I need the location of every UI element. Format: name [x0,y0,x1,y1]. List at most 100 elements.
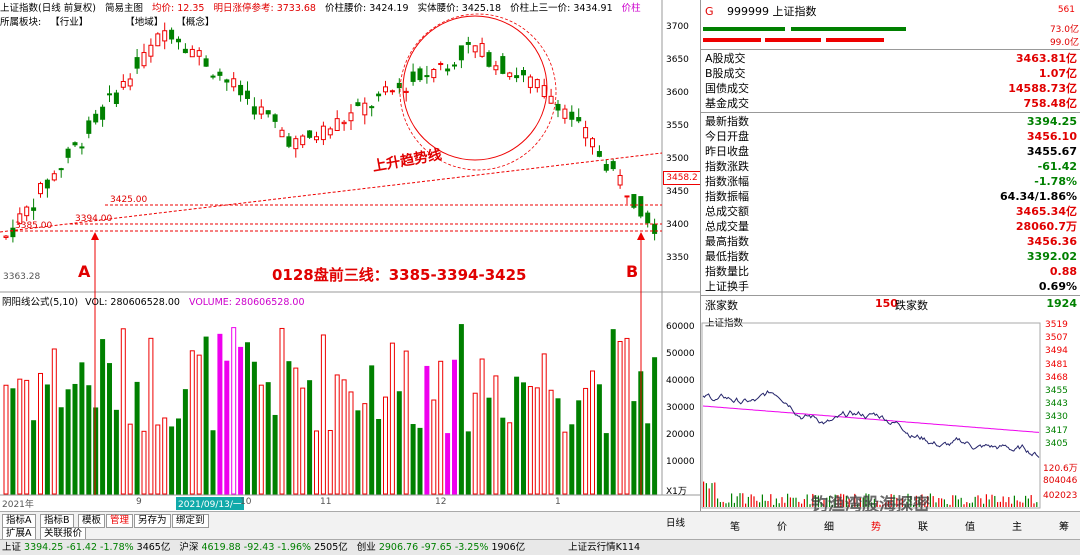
candle-body [438,63,444,66]
intraday-tabs: 笔价细势联值主筹 [700,511,1080,540]
volume-tick: 30000 [666,403,695,413]
intraday-tab[interactable]: 笔 [730,518,740,533]
candle-body [521,70,526,76]
low-label: 3363.28 [3,272,41,282]
date-tick: 12 [435,497,447,507]
arrow-b-head [637,232,645,240]
volume-bar [203,336,209,495]
stat-value: 0.88 [1049,265,1077,278]
intraday-tab[interactable]: 势 [871,518,881,533]
intraday-volume-bar [784,502,786,507]
volume-bar [148,337,154,495]
kline-svg [0,0,700,496]
indicator-tab[interactable]: 模板 [78,514,106,528]
intraday-tab[interactable]: 价 [777,518,787,533]
volume-bar [610,329,616,495]
volume-bar [383,396,388,495]
intraday-volume-bar [952,495,954,507]
candle-body [120,80,126,88]
volume-bar [251,361,257,495]
intraday-tick: 3443 [1045,399,1068,410]
candle-body [479,43,485,57]
indicator-tab[interactable]: 指标A [2,514,36,528]
volume-bar [624,337,630,495]
intraday-volume-bar [991,494,993,507]
volume-bar [286,361,292,495]
volume-bar [452,359,457,495]
intraday-volume-bar [747,496,749,507]
volume-bar [555,398,561,495]
stat-label: 指数振幅 [705,190,749,203]
candle-body [583,127,589,139]
index-code: 999999 [727,5,770,18]
intraday-volume-bar [963,504,965,507]
volume-bar [238,346,244,495]
g-label: G [705,5,714,18]
intraday-volume-bar [775,498,777,507]
volume-bar [162,417,168,495]
stat-label: 总成交额 [705,205,749,218]
intraday-volume-bar [731,493,733,507]
volume-bar [431,399,437,495]
date-axis: 2021年 9 2021/09/13/一 10 11 12 1 [0,497,662,510]
volume-bar [458,324,464,495]
stat-row: 指数涨跌 -61.42 [703,159,1079,174]
indicator-tab[interactable]: 指标B [40,514,74,528]
intraday-vol2: 402023 [1043,491,1078,501]
volume-bar [3,384,9,495]
stat-value: 3455.67 [1026,145,1077,158]
intraday-volume-bar [756,500,758,507]
intraday-volume-bar [801,503,803,507]
date-tick: 2021/09/13/一 [176,497,244,510]
indicator-tab[interactable]: 另存为 [134,514,171,528]
candle-body [652,223,658,234]
kline-chart-area[interactable]: 上证指数(日线 前复权) 简易主图 均价: 12.35 明日涨停参考: 3733… [0,0,701,511]
hs-amount: 2505亿 [314,542,348,553]
intraday-volume-bar [1005,502,1007,507]
volume-bar [320,334,326,495]
intraday-volume-bar [1008,497,1010,507]
volume-bar [279,327,285,495]
stat-label: 指数涨幅 [705,175,749,188]
label-3425: 3425.00 [110,195,148,205]
candle-body [603,164,609,171]
intraday-volume-bar [792,497,794,507]
cy-label: 创业 [356,542,376,553]
candle-body [355,102,361,107]
candle-body [576,117,582,122]
stat-row: 昨日收盘 3455.67 [703,144,1079,159]
candle-body [100,106,106,120]
candle-body [638,196,644,217]
price-tick: 3700 [666,22,689,32]
volume-bar [38,372,43,495]
volume-bar [245,342,250,495]
price-axis: 3700 3650 3600 3550 3500 3450 3400 3350 [664,0,700,290]
intraday-tab[interactable]: 筹 [1059,518,1069,533]
stat-row: 最高指数 3456.36 [703,234,1079,249]
candle-body [514,75,520,79]
candle-body [548,95,554,104]
stat-label: 总成交量 [705,220,749,233]
candle-body [645,212,651,224]
turnover-label: B股成交 [705,67,746,80]
intraday-volume-bar [949,504,951,507]
volume-bar [134,381,140,495]
indicator-tab[interactable]: 绑定到 [172,514,209,528]
intraday-volume-bar [795,497,797,507]
intraday-tab[interactable]: 细 [824,518,834,533]
candle-body [86,120,92,134]
turnover-value: 758.48亿 [1023,97,1077,110]
vol-value: VOL: 280606528.00 [85,297,180,308]
intraday-volume-bar [728,502,730,507]
intraday-tab[interactable]: 联 [918,518,928,533]
intraday-tab[interactable]: 值 [965,518,975,533]
intraday-axis: 3519 3507 3494 3481 3468 3455 3443 3430 3417 3405 [1043,320,1080,470]
turnover-row: B股成交 1.07亿 [703,66,1079,81]
candle-body [362,102,368,116]
cloud-label[interactable]: 上证云行情K114 [568,542,640,553]
volume-bar [258,384,264,495]
intraday-tab[interactable]: 主 [1012,518,1022,533]
stat-label: 指数涨跌 [705,160,749,173]
indicator-tab[interactable]: 管理 [106,514,134,528]
period-label[interactable]: 日线 [666,515,685,529]
